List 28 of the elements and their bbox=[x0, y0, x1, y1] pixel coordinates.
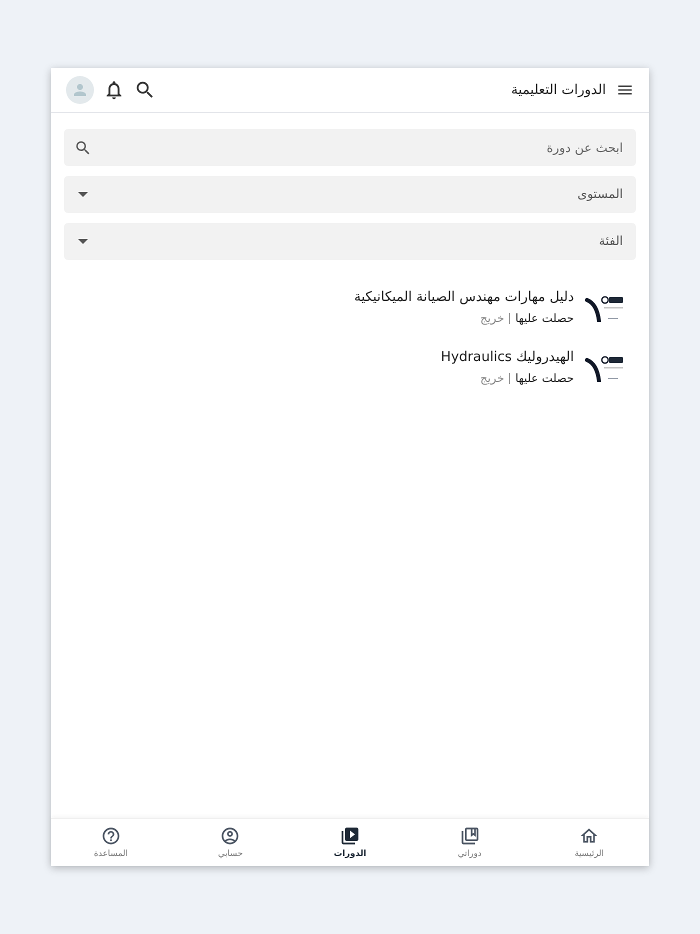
course-item[interactable]: دليل مهارات مهندس الصيانة الميكانيكية حصلت عليها خريج bbox=[64, 288, 625, 326]
nav-tab[interactable]: المساعدة bbox=[51, 819, 171, 866]
search-field[interactable]: ابحث عن دورة bbox=[64, 129, 636, 166]
course-status: حصلت عليها bbox=[515, 370, 574, 386]
nav-tab[interactable]: الدورات bbox=[290, 819, 410, 866]
course-status: حصلت عليها bbox=[515, 310, 574, 326]
filter-dropdown[interactable]: الفئة bbox=[64, 223, 636, 260]
course-title: الهيدروليك Hydraulics bbox=[440, 348, 574, 366]
help-icon bbox=[100, 826, 121, 846]
nav-tab[interactable]: دوراتي bbox=[410, 819, 530, 866]
course-rank: خريج bbox=[480, 310, 504, 326]
search-icon bbox=[74, 139, 92, 157]
caret-icon bbox=[78, 239, 88, 244]
app-title: الدورات التعليمية bbox=[511, 80, 606, 100]
person-icon bbox=[71, 81, 89, 99]
dropdown-label: الفئة bbox=[598, 232, 623, 250]
bookmark-stack-icon bbox=[460, 826, 480, 846]
caret-icon bbox=[78, 192, 88, 197]
course-title: دليل مهارات مهندس الصيانة الميكانيكية bbox=[354, 288, 574, 306]
video-library-icon bbox=[340, 826, 360, 846]
dropdown-label: المستوى bbox=[577, 185, 623, 204]
home-icon bbox=[579, 826, 600, 846]
filter-dropdown[interactable]: المستوى bbox=[64, 176, 636, 213]
course-item[interactable]: الهيدروليك Hydraulics حصلت عليها خريج bbox=[64, 348, 625, 386]
nav-tab[interactable]: حسابي bbox=[170, 819, 290, 866]
account-icon bbox=[220, 826, 240, 846]
course-rank: خريج bbox=[480, 370, 504, 386]
nav-tab[interactable]: الرئيسية bbox=[529, 819, 649, 866]
